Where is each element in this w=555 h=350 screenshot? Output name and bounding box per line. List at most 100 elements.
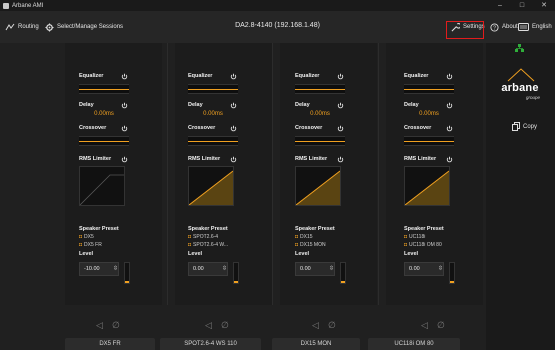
preset-line-2[interactable]: ◘ DX5 FR [79, 242, 102, 248]
level-label: Level [188, 251, 203, 257]
power-icon[interactable] [121, 102, 128, 109]
power-icon[interactable] [337, 73, 344, 80]
preset-icon: ◘ [295, 234, 299, 240]
preset-line-2[interactable]: ◘ SPOT2.6-4 W... [188, 242, 228, 248]
crossover-display[interactable] [295, 136, 345, 146]
crossover-label[interactable]: Crossover [188, 125, 215, 131]
power-icon[interactable] [337, 102, 344, 109]
copy-icon [512, 122, 520, 131]
channel-name[interactable]: DX5 FR [65, 338, 155, 350]
preset-line-2[interactable]: ◘ UC118i OM 80 [404, 242, 442, 248]
phase-invert-icon[interactable]: ∅ [221, 320, 229, 331]
close-button[interactable]: ✕ [533, 0, 555, 11]
power-icon[interactable] [121, 73, 128, 80]
crossover-display[interactable] [404, 136, 454, 146]
phase-invert-icon[interactable]: ∅ [437, 320, 445, 331]
settings-highlight [446, 21, 484, 39]
equalizer-display[interactable] [295, 84, 345, 94]
svg-text:?: ? [493, 25, 496, 31]
arbane-logo-mark [507, 68, 535, 82]
crossover-label[interactable]: Crossover [404, 125, 431, 131]
level-meter [340, 262, 346, 284]
rms-limiter-graph[interactable] [295, 166, 341, 206]
preset-icon: ◘ [79, 234, 83, 240]
channel-name[interactable]: UC118i OM 80 [368, 338, 460, 350]
network-icon [515, 44, 524, 52]
equalizer-label[interactable]: Equalizer [79, 73, 103, 79]
rms-limiter-label[interactable]: RMS Limiter [79, 156, 111, 162]
equalizer-label[interactable]: Equalizer [404, 73, 428, 79]
rms-limiter-graph[interactable] [79, 166, 125, 206]
mute-icon[interactable]: ◁ [205, 320, 212, 331]
minimize-button[interactable]: – [489, 0, 511, 11]
arbane-logo: arbane [501, 82, 539, 94]
crossover-label[interactable]: Crossover [295, 125, 322, 131]
language-label: English [532, 24, 552, 30]
equalizer-label[interactable]: Equalizer [295, 73, 319, 79]
rms-limiter-graph[interactable] [188, 166, 234, 206]
power-icon[interactable] [446, 125, 453, 132]
delay-label[interactable]: Delay [79, 102, 94, 108]
help-icon: ? [490, 22, 499, 31]
delay-value[interactable]: 0.00ms [291, 111, 349, 117]
level-label: Level [79, 251, 94, 257]
maximize-button[interactable]: □ [511, 0, 533, 11]
rms-limiter-label[interactable]: RMS Limiter [404, 156, 436, 162]
channel-divider [167, 43, 168, 305]
phase-invert-icon[interactable]: ∅ [112, 320, 120, 331]
level-stepper-icon[interactable]: ⇳ [222, 265, 227, 273]
delay-label[interactable]: Delay [188, 102, 203, 108]
power-icon[interactable] [337, 156, 344, 163]
level-label: Level [404, 251, 419, 257]
mute-icon[interactable]: ◁ [312, 320, 319, 331]
level-label: Level [295, 251, 310, 257]
preset-icon: ◘ [404, 234, 408, 240]
copy-button[interactable]: Copy [512, 122, 537, 131]
equalizer-display[interactable] [79, 84, 129, 94]
mute-icon[interactable]: ◁ [96, 320, 103, 331]
power-icon[interactable] [230, 156, 237, 163]
delay-value[interactable]: 0.00ms [400, 111, 458, 117]
preset-line-1[interactable]: ◘ SPOT2.6-4 [188, 234, 218, 240]
phase-invert-icon[interactable]: ∅ [328, 320, 336, 331]
delay-label[interactable]: Delay [404, 102, 419, 108]
preset-icon: ◘ [188, 234, 192, 240]
channel-name[interactable]: DX15 MON [272, 338, 360, 350]
channel-name[interactable]: SPOT2.6-4 WS 110 [160, 338, 261, 350]
delay-value[interactable]: 0.00ms [75, 111, 133, 117]
power-icon[interactable] [446, 156, 453, 163]
level-meter [233, 262, 239, 284]
delay-label[interactable]: Delay [295, 102, 310, 108]
level-stepper-icon[interactable]: ⇳ [113, 265, 118, 273]
mute-icon[interactable]: ◁ [421, 320, 428, 331]
equalizer-display[interactable] [188, 84, 238, 94]
power-icon[interactable] [121, 125, 128, 132]
preset-line-2[interactable]: ◘ DX15 MON [295, 242, 326, 248]
equalizer-display[interactable] [404, 84, 454, 94]
level-stepper-icon[interactable]: ⇳ [329, 265, 334, 273]
power-icon[interactable] [337, 125, 344, 132]
speaker-preset-label: Speaker Preset [295, 226, 335, 232]
preset-line-1[interactable]: ◘ DX15 [295, 234, 313, 240]
rms-limiter-label[interactable]: RMS Limiter [188, 156, 220, 162]
speaker-preset-label: Speaker Preset [79, 226, 119, 232]
crossover-label[interactable]: Crossover [79, 125, 106, 131]
delay-value[interactable]: 0.00ms [184, 111, 242, 117]
equalizer-label[interactable]: Equalizer [188, 73, 212, 79]
crossover-display[interactable] [79, 136, 129, 146]
power-icon[interactable] [446, 102, 453, 109]
preset-line-1[interactable]: ◘ UC118i [404, 234, 425, 240]
preset-line-1[interactable]: ◘ DX5 [79, 234, 94, 240]
power-icon[interactable] [446, 73, 453, 80]
language-button[interactable]: English [518, 11, 552, 43]
channel-divider [378, 43, 379, 305]
power-icon[interactable] [121, 156, 128, 163]
power-icon[interactable] [230, 125, 237, 132]
rms-limiter-graph[interactable] [404, 166, 450, 206]
power-icon[interactable] [230, 73, 237, 80]
level-stepper-icon[interactable]: ⇳ [438, 265, 443, 273]
crossover-display[interactable] [188, 136, 238, 146]
about-button[interactable]: ? About [490, 11, 518, 43]
rms-limiter-label[interactable]: RMS Limiter [295, 156, 327, 162]
power-icon[interactable] [230, 102, 237, 109]
